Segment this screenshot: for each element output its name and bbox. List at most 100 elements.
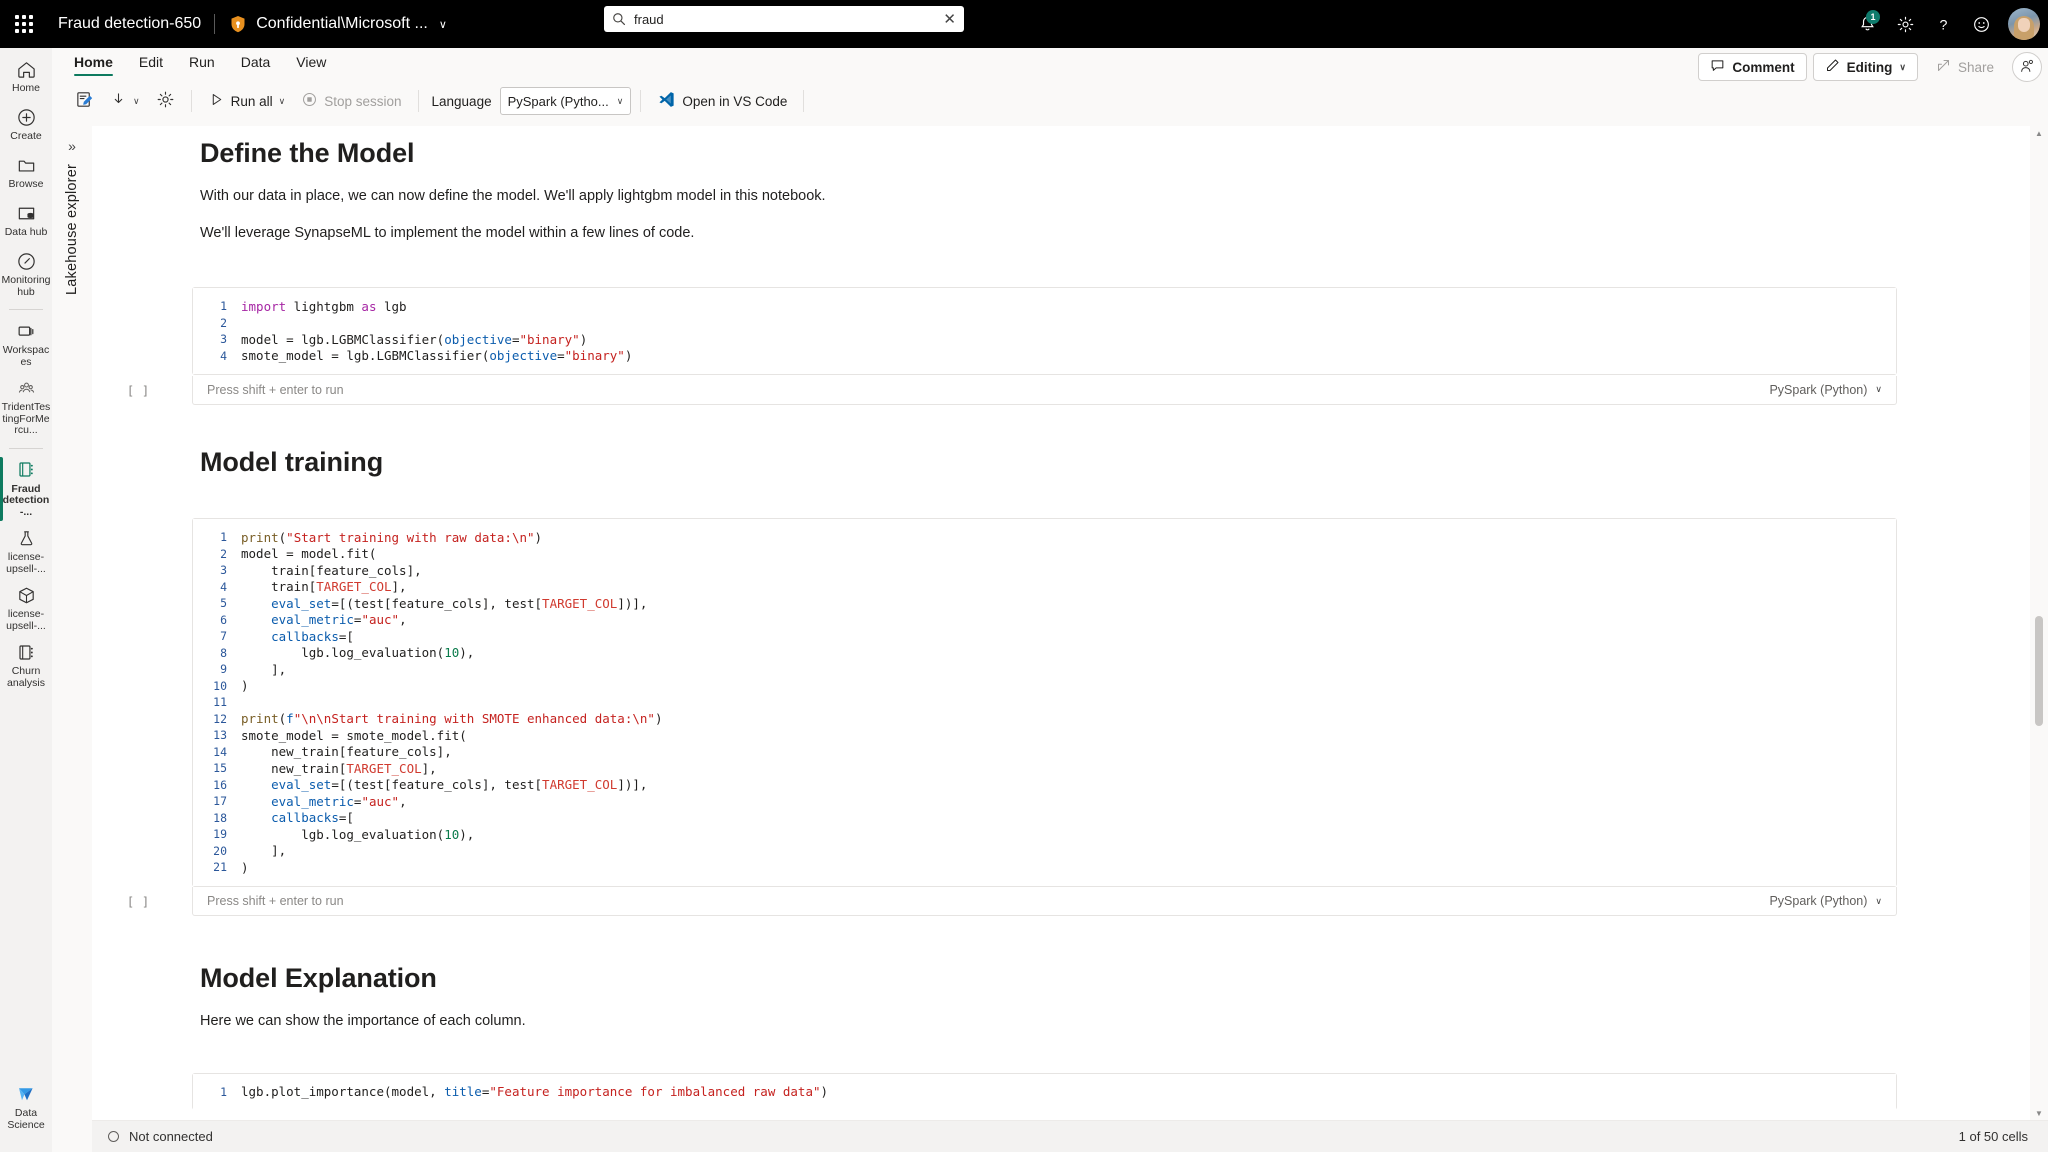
code-cell[interactable]: 1lgb.plot_importance(model, title="Featu… (192, 1073, 1897, 1111)
code-text[interactable]: new_train[TARGET_COL], (241, 761, 437, 776)
code-editor[interactable]: 1import lightgbm as lgb23model = lgb.LGB… (192, 287, 1897, 375)
sidebar-item-churn-analysis[interactable]: Churn analysis (0, 637, 52, 694)
sidebar-item-trident-testing[interactable]: TridentTestingForMercu... (0, 373, 52, 442)
open-in-vscode-button[interactable]: Open in VS Code (650, 86, 794, 116)
line-number: 4 (193, 580, 241, 594)
markdown-cell[interactable]: Model training (92, 435, 2010, 478)
scrollbar-thumb[interactable] (2035, 616, 2043, 726)
code-text[interactable]: print("Start training with raw data:\n") (241, 530, 542, 545)
code-text[interactable]: smote_model = smote_model.fit( (241, 728, 467, 743)
code-text[interactable]: lgb.plot_importance(model, title="Featur… (241, 1084, 828, 1099)
code-line: 15 new_train[TARGET_COL], (193, 760, 1896, 777)
code-text[interactable]: ], (241, 662, 286, 677)
save-notebook-button[interactable] (68, 86, 101, 116)
run-hint: Press shift + enter to run (207, 894, 344, 908)
code-text[interactable]: new_train[feature_cols], (241, 744, 452, 759)
sidebar-item-browse[interactable]: Browse (0, 150, 52, 198)
cell-run-indicator[interactable]: [ ] (116, 894, 160, 909)
cell-footer-bar: Press shift + enter to run PySpark (Pyth… (192, 887, 1897, 916)
tab-run[interactable]: Run (181, 50, 223, 77)
code-text[interactable]: model = model.fit( (241, 546, 376, 561)
cell-run-indicator[interactable]: [ ] (116, 383, 160, 398)
code-text[interactable]: smote_model = lgb.LGBMClassifier(objecti… (241, 348, 632, 363)
code-text[interactable]: eval_set=[(test[feature_cols], test[TARG… (241, 596, 647, 611)
download-chevron-down-icon[interactable]: ∨ (133, 96, 140, 107)
code-text[interactable]: callbacks=[ (241, 810, 354, 825)
markdown-cell[interactable]: Define the Model With our data in place,… (92, 126, 2010, 243)
tab-view[interactable]: View (288, 50, 334, 77)
code-cell[interactable]: 1import lightgbm as lgb23model = lgb.LGB… (192, 287, 1897, 405)
notebook-settings-button[interactable] (149, 86, 182, 116)
settings-button[interactable] (1888, 7, 1922, 41)
clear-search-icon[interactable]: ✕ (937, 12, 956, 27)
code-text[interactable]: import lightgbm as lgb (241, 299, 407, 314)
connection-status[interactable]: Not connected (108, 1129, 213, 1144)
sidebar-item-license-upsell-model[interactable]: license-upsell-... (0, 580, 52, 637)
run-all-button[interactable]: Run all ∨ (201, 86, 293, 116)
download-button[interactable]: ∨ (103, 86, 147, 116)
code-line: 1lgb.plot_importance(model, title="Featu… (193, 1084, 1896, 1101)
code-text[interactable]: ], (241, 843, 286, 858)
code-text[interactable]: callbacks=[ (241, 629, 354, 644)
code-text[interactable]: ) (241, 860, 249, 875)
editing-mode-button[interactable]: Editing ∨ (1813, 53, 1918, 81)
tab-data[interactable]: Data (233, 50, 279, 77)
sidebar-item-create[interactable]: Create (0, 102, 52, 150)
feedback-button[interactable] (1964, 7, 1998, 41)
code-editor[interactable]: 1print("Start training with raw data:\n"… (192, 518, 1897, 887)
code-cell[interactable]: 1print("Start training with raw data:\n"… (192, 518, 1897, 917)
sidebar-item-license-upsell-experiment[interactable]: license-upsell-... (0, 523, 52, 580)
code-text[interactable]: model = lgb.LGBMClassifier(objective="bi… (241, 332, 587, 347)
people-add-button[interactable] (2012, 52, 2042, 82)
sidebar-item-workspaces[interactable]: Workspaces (0, 316, 52, 373)
lakehouse-explorer-title[interactable]: Lakehouse explorer (64, 164, 80, 295)
code-editor[interactable]: 1lgb.plot_importance(model, title="Featu… (192, 1073, 1897, 1111)
svg-text:?: ? (1939, 17, 1947, 33)
code-text[interactable]: lgb.log_evaluation(10), (241, 645, 474, 660)
language-select[interactable]: PySpark (Pytho... ∨ (500, 87, 632, 115)
code-text[interactable]: eval_metric="auc", (241, 794, 407, 809)
code-text[interactable]: eval_metric="auc", (241, 612, 407, 627)
sidebar-item-fraud-detection[interactable]: Fraud detection-... (0, 455, 52, 524)
sensitivity-chevron-down-icon[interactable]: ∨ (439, 18, 447, 31)
code-line: 14 new_train[feature_cols], (193, 744, 1896, 761)
app-launcher-icon[interactable] (0, 0, 48, 48)
code-text[interactable]: train[feature_cols], (241, 563, 422, 578)
share-button[interactable]: Share (1924, 53, 2006, 81)
code-text[interactable]: eval_set=[(test[feature_cols], test[TARG… (241, 777, 647, 792)
notifications-button[interactable]: 1 (1850, 7, 1884, 41)
search-input[interactable]: fraud (634, 12, 937, 27)
sidebar-item-monitoring-hub[interactable]: Monitoring hub (0, 246, 52, 303)
save-notebook-icon (75, 90, 94, 112)
notebook-content: Define the Model With our data in place,… (92, 126, 2010, 1110)
comment-button[interactable]: Comment (1698, 53, 1806, 81)
help-button[interactable]: ? (1926, 7, 1960, 41)
scroll-down-icon[interactable]: ▼ (2032, 1106, 2046, 1120)
sidebar-item-data-science[interactable]: Data Science (0, 1079, 52, 1136)
code-line: 12print(f"\n\nStart training with SMOTE … (193, 711, 1896, 728)
code-line: 19 lgb.log_evaluation(10), (193, 826, 1896, 843)
avatar[interactable] (2008, 8, 2040, 40)
code-text[interactable]: print(f"\n\nStart training with SMOTE en… (241, 711, 662, 726)
expand-panel-icon[interactable]: » (68, 138, 76, 154)
scroll-up-icon[interactable]: ▲ (2032, 126, 2046, 140)
vertical-scrollbar[interactable]: ▲ ▼ (2032, 126, 2046, 1120)
search-box[interactable]: fraud ✕ (604, 6, 964, 32)
tab-edit[interactable]: Edit (131, 50, 171, 77)
cell-footer: [ ] Press shift + enter to run PySpark (… (192, 375, 1897, 405)
run-all-chevron-down-icon[interactable]: ∨ (279, 96, 286, 107)
markdown-cell[interactable]: Model Explanation Here we can show the i… (92, 951, 2010, 1031)
sidebar-item-home[interactable]: Home (0, 54, 52, 102)
code-text[interactable]: train[TARGET_COL], (241, 579, 407, 594)
top-bar: Fraud detection-650 Confidential\Microso… (0, 0, 2048, 48)
tab-home[interactable]: Home (66, 50, 121, 77)
code-text[interactable]: lgb.log_evaluation(10), (241, 827, 474, 842)
cell-kernel-select[interactable]: PySpark (Python) ∨ (1769, 894, 1882, 908)
sensitivity-label[interactable]: Confidential\Microsoft ... (256, 15, 428, 33)
stop-session-button[interactable]: Stop session (294, 86, 408, 116)
sidebar-item-data-hub[interactable]: Data hub (0, 198, 52, 246)
code-text[interactable]: ) (241, 678, 249, 693)
product-title[interactable]: Fraud detection-650 (58, 15, 201, 33)
cell-kernel-select[interactable]: PySpark (Python) ∨ (1769, 383, 1882, 397)
folder-icon (16, 154, 37, 176)
